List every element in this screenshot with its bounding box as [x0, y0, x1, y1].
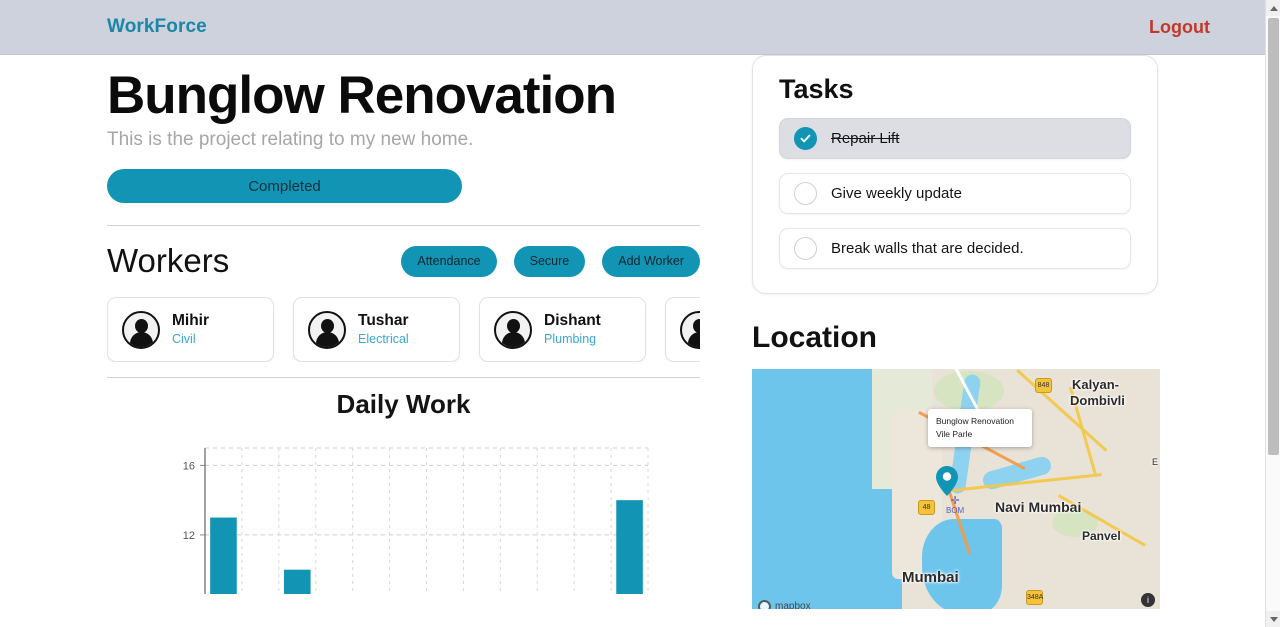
- airport-marker: ✛ BOM: [946, 495, 965, 516]
- right-column: Tasks Repair Lift Give weekly update Bre…: [752, 55, 1160, 609]
- map-popup: Bunglow Renovation Vile Parle: [928, 409, 1032, 448]
- chart-svg: 1612: [183, 447, 649, 595]
- task-item[interactable]: Give weekly update: [779, 173, 1131, 214]
- worker-name: Dishant: [544, 312, 601, 330]
- brand-logo[interactable]: WorkForce: [107, 16, 207, 38]
- workers-list[interactable]: Mihir Civil Tushar Electrical Dishant Pl…: [107, 297, 700, 363]
- worker-role: Plumbing: [544, 332, 597, 347]
- project-status-button[interactable]: Completed: [107, 169, 462, 204]
- worker-card-partial[interactable]: [665, 297, 700, 363]
- task-item[interactable]: Repair Lift: [779, 118, 1131, 159]
- location-heading: Location: [752, 321, 877, 354]
- page-scrollbar[interactable]: [1265, 0, 1280, 627]
- scroll-down-arrow-icon[interactable]: [1266, 611, 1280, 627]
- mapbox-logo-icon: [758, 600, 771, 609]
- map-pin-icon[interactable]: [936, 466, 958, 496]
- project-description: This is the project relating to my new h…: [107, 129, 474, 151]
- page-body: Bunglow Renovation This is the project r…: [0, 55, 1265, 627]
- chart-ytick-label: 12: [183, 530, 195, 542]
- avatar: [680, 310, 700, 349]
- task-label: Repair Lift: [831, 130, 900, 147]
- chart-ytick-label: 16: [183, 461, 195, 473]
- task-label: Break walls that are decided.: [831, 240, 1024, 257]
- map-place-label: Panvel: [1082, 529, 1121, 543]
- worker-name: Tushar: [358, 312, 409, 330]
- divider-above-chart: [107, 377, 700, 379]
- map-highway-shield: 848: [1035, 378, 1052, 393]
- chart-bar[interactable]: [284, 569, 311, 595]
- map-attribution[interactable]: mapbox: [758, 600, 811, 609]
- daily-work-chart: Daily Work 16 12: [107, 389, 700, 595]
- task-item[interactable]: Break walls that are decided.: [779, 228, 1131, 269]
- task-label: Give weekly update: [831, 185, 962, 202]
- map-highway-shield: 48: [918, 500, 935, 515]
- map-place-label: Navi Mumbai: [995, 499, 1082, 515]
- popup-title: Bunglow Renovation: [936, 416, 1014, 426]
- workers-heading: Workers: [107, 242, 230, 280]
- attribution-label: mapbox: [775, 601, 811, 609]
- airport-cross-icon: ✛: [950, 495, 960, 507]
- chart-plot-area: 16 12: [107, 434, 700, 595]
- avatar: [122, 310, 160, 349]
- scroll-up-arrow-icon[interactable]: [1266, 0, 1280, 16]
- map-highway-shield: 348A: [1026, 590, 1043, 605]
- check-circle-icon[interactable]: [794, 127, 817, 150]
- divider-above-workers: [107, 225, 700, 227]
- secure-button[interactable]: Secure: [513, 245, 586, 277]
- top-navbar: WorkForce Logout: [0, 0, 1265, 55]
- check-circle-icon[interactable]: [794, 237, 817, 260]
- logout-button[interactable]: Logout: [1149, 17, 1210, 38]
- left-column: Bunglow Renovation This is the project r…: [107, 55, 700, 595]
- add-worker-button[interactable]: Add Worker: [602, 245, 700, 277]
- map-place-label: E: [1152, 457, 1159, 467]
- location-map[interactable]: Kalyan- Dombivli Navi Mumbai Panvel Mumbai E …: [752, 369, 1160, 609]
- map-place-label: Kalyan-: [1072, 377, 1119, 392]
- map-place-label: Dombivli: [1070, 393, 1125, 408]
- chart-title: Daily Work: [336, 389, 471, 420]
- tasks-panel: Tasks Repair Lift Give weekly update Bre…: [752, 55, 1158, 294]
- worker-name: Mihir: [172, 312, 210, 330]
- scrollbar-thumb[interactable]: [1268, 18, 1279, 455]
- airport-code: BOM: [946, 506, 965, 515]
- map-place-label: Mumbai: [902, 569, 959, 586]
- worker-role: Electrical: [358, 332, 409, 347]
- tasks-heading: Tasks: [779, 74, 854, 104]
- worker-role: Civil: [172, 332, 196, 347]
- map-info-button[interactable]: i: [1141, 593, 1155, 607]
- worker-card[interactable]: Mihir Civil: [107, 297, 274, 363]
- worker-card[interactable]: Tushar Electrical: [293, 297, 460, 363]
- avatar: [494, 310, 532, 349]
- avatar: [308, 310, 346, 349]
- worker-card[interactable]: Dishant Plumbing: [479, 297, 646, 363]
- chart-bar[interactable]: [616, 500, 643, 595]
- chart-bar[interactable]: [210, 517, 237, 595]
- attendance-button[interactable]: Attendance: [401, 245, 497, 277]
- popup-subtitle: Vile Parle: [936, 429, 973, 440]
- workers-action-group: Attendance Secure Add Worker: [401, 245, 700, 277]
- check-circle-icon[interactable]: [794, 182, 817, 205]
- page-title: Bunglow Renovation: [107, 66, 617, 125]
- workers-header-row: Workers Attendance Secure Add Worker: [107, 236, 700, 286]
